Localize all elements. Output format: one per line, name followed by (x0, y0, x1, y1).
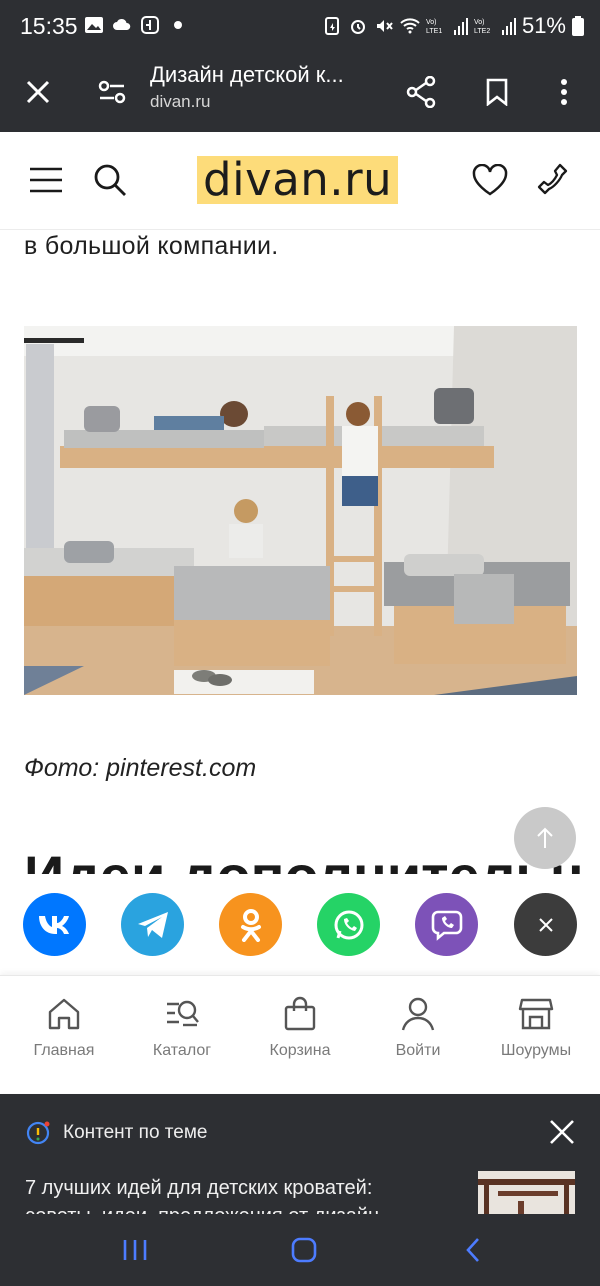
nav-catalog[interactable]: Каталог (123, 996, 241, 1060)
share-telegram-button[interactable] (121, 893, 184, 956)
nav-cart[interactable]: Корзина (241, 996, 359, 1060)
nav-cart-label: Корзина (269, 1042, 331, 1059)
share-bar (0, 875, 600, 975)
svg-text:Vo): Vo) (426, 19, 437, 26)
odnoklassniki-icon (240, 908, 261, 942)
app-icon (141, 16, 159, 34)
back-button[interactable] (453, 1234, 493, 1266)
discover-icon (26, 1121, 50, 1145)
vk-icon (38, 915, 69, 934)
nav-home-label: Главная (33, 1042, 95, 1059)
related-content-panel: Контент по теме 7 лучших идей для детски… (0, 1094, 600, 1214)
more-vert-icon (561, 79, 567, 105)
wifi-icon (400, 18, 420, 34)
related-close-button[interactable] (548, 1118, 576, 1146)
close-tab-button[interactable] (14, 68, 62, 116)
status-right-icons: Vo) LTE1 Vo) LTE2 51% (322, 13, 584, 39)
bunk-bedroom-image (24, 326, 577, 695)
bookmark-button[interactable] (473, 68, 521, 116)
tune-icon (98, 80, 126, 104)
system-navigation-bar (0, 1214, 600, 1286)
status-left-icons (84, 15, 188, 35)
share-odnoklassniki-button[interactable] (219, 893, 282, 956)
bag-icon (284, 996, 316, 1031)
status-time: 15:35 (20, 13, 78, 39)
share-close-button[interactable] (514, 893, 577, 956)
home-square-icon (291, 1237, 317, 1263)
bunk-bed-thumbnail-image (478, 1171, 575, 1214)
battery-percent: 51% (521, 13, 566, 38)
user-icon (401, 997, 435, 1031)
browser-toolbar: Дизайн детской к... divan.ru (0, 54, 600, 132)
arrow-up-icon (537, 827, 553, 848)
share-vk-button[interactable] (23, 893, 86, 956)
nav-login-label: Войти (395, 1042, 441, 1059)
article-text: в большой компании. (24, 232, 279, 260)
close-icon (26, 80, 50, 104)
svg-text:Vo): Vo) (474, 19, 485, 26)
nav-home[interactable]: Главная (5, 996, 123, 1060)
whatsapp-icon (334, 910, 363, 939)
signal-bars-2-icon (501, 18, 516, 35)
status-bar: 15:35 Vo) LTE1 Vo) LTE2 51% (0, 0, 600, 54)
svg-text:LTE1: LTE1 (426, 28, 442, 35)
heart-icon (472, 164, 508, 196)
menu-button[interactable] (22, 156, 70, 204)
telegram-icon (137, 911, 168, 938)
scroll-top-button[interactable] (514, 807, 576, 869)
signal-lte2-icon: Vo) LTE2 (474, 19, 490, 35)
page-title: Дизайн детской к... (150, 62, 344, 87)
close-icon (538, 917, 553, 932)
more-menu-button[interactable] (540, 68, 588, 116)
share-button[interactable] (397, 68, 445, 116)
photo-caption: Фото: pinterest.com (24, 754, 257, 782)
related-article-title[interactable]: 7 лучших идей для детских кроватей: сове… (25, 1174, 445, 1214)
viber-icon (431, 910, 462, 941)
site-logo[interactable]: divan.ru (197, 156, 399, 204)
related-heading: Контент по теме (63, 1122, 208, 1143)
related-article-thumbnail[interactable] (478, 1171, 575, 1214)
alarm-icon (350, 20, 365, 34)
favorites-button[interactable] (466, 156, 514, 204)
section-heading-text: Идеи дополнительного (24, 848, 584, 874)
home-system-button[interactable] (284, 1234, 324, 1266)
recent-apps-button[interactable] (115, 1234, 155, 1266)
back-chevron-icon (466, 1238, 479, 1262)
nav-login[interactable]: Войти (359, 996, 477, 1060)
dot-icon (174, 21, 182, 29)
article-photo (24, 326, 577, 695)
nav-showrooms[interactable]: Шоурумы (477, 996, 595, 1060)
signal-lte1-icon: Vo) LTE1 (426, 19, 442, 35)
cloud-icon (113, 18, 131, 30)
site-settings-button[interactable] (88, 68, 136, 116)
section-heading: Идеи дополнительного (24, 848, 584, 874)
phone-button[interactable] (529, 156, 577, 204)
share-viber-button[interactable] (415, 893, 478, 956)
catalog-search-icon (167, 1000, 199, 1027)
nav-catalog-label: Каталог (152, 1042, 212, 1059)
phone-icon (537, 163, 568, 195)
svg-text:LTE2: LTE2 (474, 28, 490, 35)
battery-saver-icon (324, 17, 339, 35)
search-button[interactable] (86, 156, 134, 204)
share-whatsapp-button[interactable] (317, 893, 380, 956)
gallery-icon (85, 17, 103, 33)
page-url: divan.ru (150, 92, 211, 111)
site-header: divan.ru (0, 132, 600, 230)
mute-icon (376, 20, 393, 32)
signal-bars-1-icon (453, 18, 468, 35)
nav-showrooms-label: Шоурумы (500, 1042, 572, 1059)
hamburger-icon (30, 167, 62, 193)
battery-icon (572, 16, 584, 36)
bookmark-icon (486, 78, 508, 106)
search-icon (94, 164, 126, 196)
share-icon (406, 76, 436, 108)
bottom-navigation: Главная Каталог Корзина Войти Шоурумы (0, 975, 600, 1093)
recents-icon (123, 1240, 147, 1260)
home-icon (48, 998, 80, 1030)
related-header: Контент по теме (25, 1120, 207, 1146)
store-icon (518, 998, 554, 1030)
